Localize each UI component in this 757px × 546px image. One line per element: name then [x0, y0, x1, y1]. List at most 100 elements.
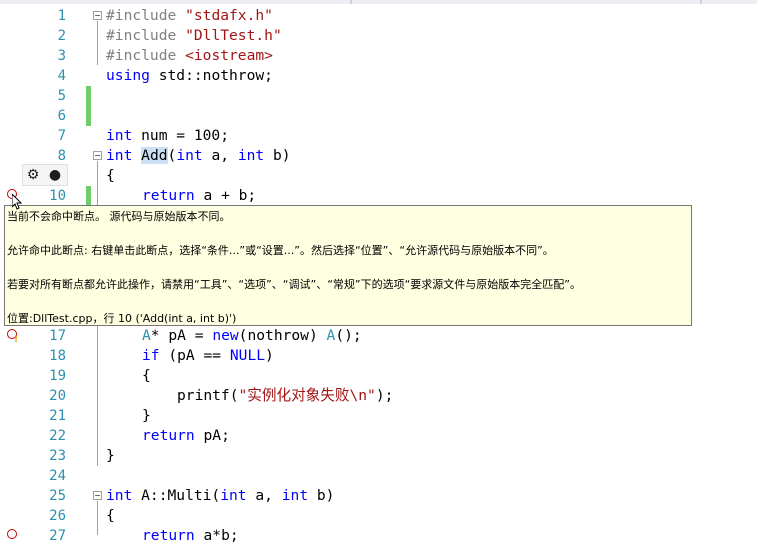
line-number: 3 [57, 48, 66, 64]
code-text: ( [167, 147, 177, 164]
line-number: 26 [49, 508, 66, 524]
keyword: int [220, 487, 247, 504]
line-number: 6 [57, 108, 66, 124]
code-text: A::Multi( [132, 487, 221, 504]
code-line[interactable]: 19 { [0, 366, 757, 386]
code-line[interactable]: 4 using std::nothrow; [0, 66, 757, 86]
code-line[interactable]: 22 return pA; [0, 426, 757, 446]
code-line[interactable]: 26 { [0, 506, 757, 526]
change-indicator [86, 186, 91, 206]
code-text: a + b; [194, 187, 257, 204]
code-text: a*b; [194, 527, 239, 544]
code-line[interactable]: 24 [0, 466, 757, 486]
line-number: 2 [57, 28, 66, 44]
line-number: 17 [49, 328, 66, 344]
code-line[interactable]: 21 } [0, 406, 757, 426]
tab-divider [350, 0, 352, 4]
line-number: 5 [57, 88, 66, 104]
line-number: 18 [49, 348, 66, 364]
code-text: (pA == [159, 347, 230, 364]
code-line[interactable]: 27 return a*b; [0, 526, 757, 546]
line-number: 10 [49, 188, 66, 204]
code-text: b) [264, 147, 291, 164]
keyword: return [142, 427, 195, 444]
collapse-icon[interactable] [93, 491, 102, 500]
code-text: a, [202, 147, 238, 164]
tooltip-location: 位置:DllTest.cpp，行 10 ('Add(int a, int b)'… [7, 312, 237, 325]
collapse-icon[interactable] [93, 151, 102, 160]
function-name-highlight: Add [141, 147, 168, 164]
keyword: int [106, 127, 133, 144]
code-line[interactable]: 3 #include <iostream> [0, 46, 757, 66]
code-line[interactable]: 18 if (pA == NULL) [0, 346, 757, 366]
tooltip-message: 当前不会命中断点。 源代码与原始版本不同。 [7, 210, 231, 223]
code-text: * pA = [150, 327, 213, 344]
code-line[interactable]: 8 int Add(int a, int b) [0, 146, 757, 166]
keyword: int [237, 147, 265, 164]
code-text: std::nothrow; [149, 67, 273, 84]
line-number: 22 [49, 428, 66, 444]
breakpoint-warning-icon[interactable] [7, 529, 17, 539]
tab-divider [700, 0, 702, 4]
code-line[interactable]: 2 #include "DllTest.h" [0, 26, 757, 46]
code-line[interactable]: 20 printf("实例化对象失败\n"); [0, 386, 757, 406]
keyword: int [106, 487, 133, 504]
code-line[interactable]: 10 return a + b; [0, 186, 757, 206]
type-name: A [142, 327, 151, 344]
line-number: 25 [49, 488, 66, 504]
gear-icon[interactable]: ⚙ [25, 167, 41, 183]
line-number: 1 [57, 8, 66, 24]
keyword: int [176, 147, 203, 164]
keyword: int [106, 147, 133, 164]
code-text: (); [335, 327, 362, 344]
code-text: pA; [194, 427, 230, 444]
keyword: using [106, 67, 150, 84]
code-text: b) [308, 487, 335, 504]
tooltip-instruction: 若要对所有断点都允许此操作，请禁用“工具”、“选项”、“调试”、“常规”下的选项… [7, 278, 581, 291]
code-text: a, [246, 487, 282, 504]
code-text: } [106, 447, 115, 464]
code-line[interactable]: 1 #include "stdafx.h" [0, 6, 757, 26]
line-number: 8 [57, 148, 66, 164]
code-text: { [142, 367, 151, 384]
macro: NULL [229, 347, 266, 364]
keyword: if [142, 347, 160, 364]
preprocessor-keyword: #include [106, 27, 177, 44]
mouse-cursor-icon [12, 194, 22, 210]
code-text: } [142, 407, 151, 424]
code-text: { [106, 167, 115, 184]
code-text: (nothrow) [238, 327, 327, 344]
include-path: <iostream> [185, 47, 273, 64]
code-text: ) [265, 347, 274, 364]
code-line[interactable]: 23 } [0, 446, 757, 466]
keyword: return [142, 187, 195, 204]
collapse-icon[interactable] [93, 11, 102, 20]
keyword: new [212, 327, 239, 344]
line-number: 7 [57, 128, 66, 144]
line-number: 19 [49, 368, 66, 384]
change-indicator [86, 86, 91, 106]
code-line[interactable]: 5 [0, 86, 757, 106]
include-path: "stdafx.h" [185, 7, 273, 24]
code-text: printf( [177, 387, 239, 404]
line-number: 27 [49, 528, 66, 544]
code-line[interactable]: ! 17 A* pA = new(nothrow) A(); [0, 326, 757, 346]
string-literal: "实例化对象失败\n" [238, 387, 376, 404]
line-number: 24 [49, 468, 66, 484]
code-line[interactable]: 9 { [0, 166, 757, 186]
code-line[interactable]: 25 int A::Multi(int a, int b) [0, 486, 757, 506]
code-line[interactable]: 6 [0, 106, 757, 126]
editor-tab-strip [0, 0, 757, 4]
breakpoint-tooltip: 当前不会命中断点。 源代码与原始版本不同。 允许命中此断点: 右键单击此断点，选… [4, 205, 692, 326]
tooltip-instruction: 允许命中此断点: 右键单击此断点，选择“条件...”或“设置...”。然后选择“… [7, 244, 554, 257]
line-number: 23 [49, 448, 66, 464]
line-number: 4 [57, 68, 66, 84]
keyword: return [142, 527, 195, 544]
line-number: 21 [49, 408, 66, 424]
breakpoint-toggle-icon[interactable]: ● [47, 167, 63, 183]
warning-icon: ! [14, 335, 19, 345]
change-indicator [86, 106, 91, 126]
code-text: ); [375, 387, 394, 404]
preprocessor-keyword: #include [106, 47, 177, 64]
code-line[interactable]: 7 int num = 100; [0, 126, 757, 146]
